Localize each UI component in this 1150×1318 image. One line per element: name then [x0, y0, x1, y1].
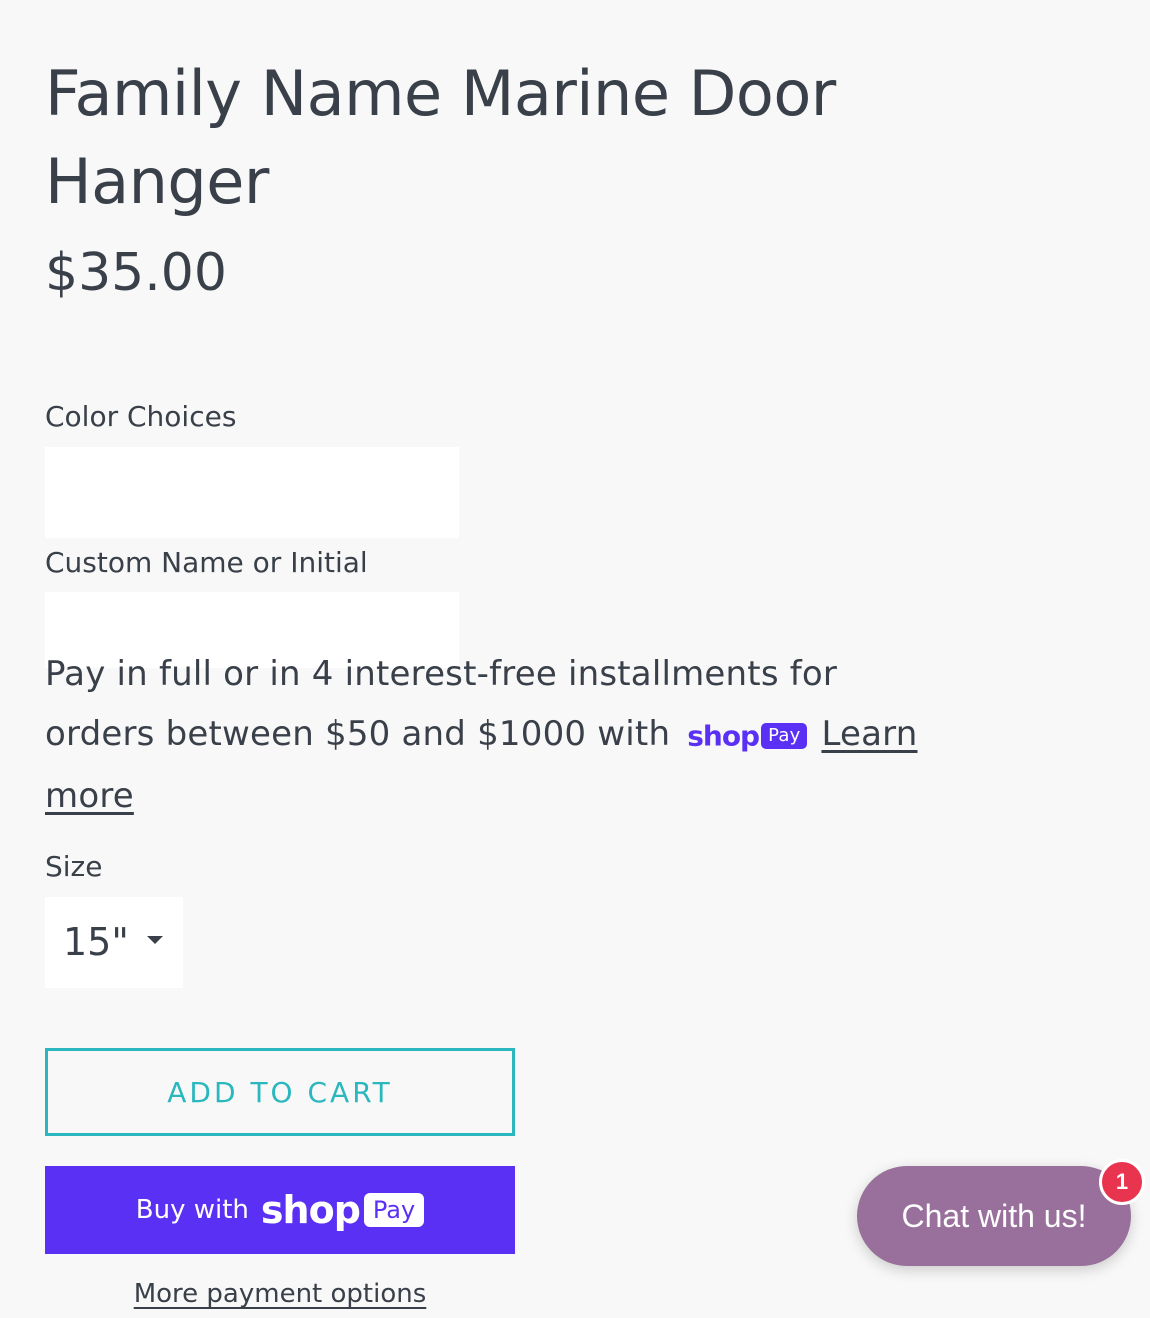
more-payment-options-link[interactable]: More payment options — [45, 1276, 515, 1312]
color-choices-label: Color Choices — [45, 400, 237, 433]
shop-logo-word: shop — [687, 719, 760, 753]
installments-message: Pay in full or in 4 interest-free instal… — [45, 644, 945, 826]
custom-name-label: Custom Name or Initial — [45, 546, 368, 579]
product-title: Family Name Marine Door Hanger — [45, 57, 836, 218]
color-choices-input[interactable] — [45, 447, 459, 538]
chat-with-us-button[interactable]: Chat with us! — [857, 1166, 1131, 1266]
pay-logo-pill: Pay — [761, 723, 808, 750]
product-price: $35.00 — [45, 243, 227, 303]
size-select[interactable]: 15" — [45, 897, 183, 988]
buy-with-shop-pay-button[interactable]: Buy with shop Pay — [45, 1166, 515, 1254]
size-selected-value: 15" — [63, 920, 129, 964]
buy-with-label: Buy with — [135, 1195, 249, 1225]
add-to-cart-button[interactable]: ADD TO CART — [45, 1048, 515, 1136]
dropdown-caret-icon — [147, 936, 163, 944]
chat-notification-badge: 1 — [1099, 1159, 1145, 1205]
shop-pay-logo: shop Pay — [687, 705, 808, 767]
size-label: Size — [45, 850, 103, 883]
product-page: Family Name Marine Door Hanger $35.00 Co… — [0, 0, 1150, 1318]
shop-logo-word: shop — [260, 1188, 361, 1232]
pay-logo-pill: Pay — [363, 1193, 425, 1227]
